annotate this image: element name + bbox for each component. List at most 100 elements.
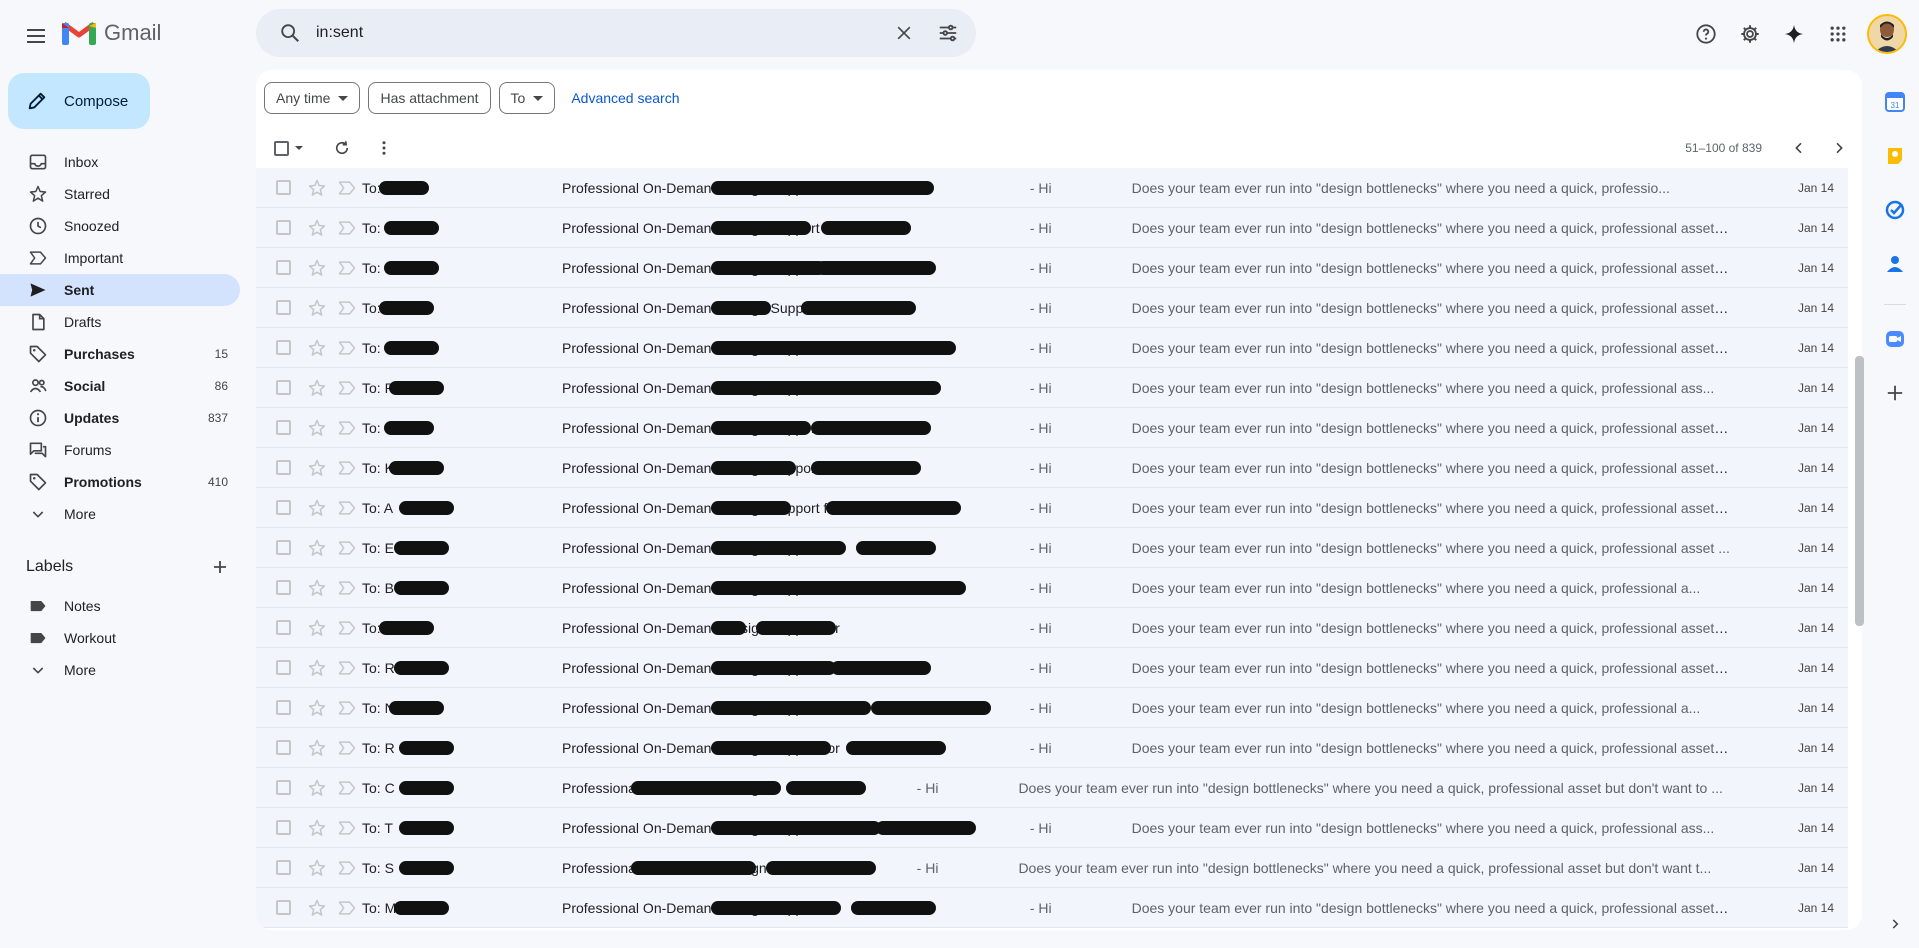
- scrollbar-thumb[interactable]: [1855, 356, 1864, 626]
- important-icon[interactable]: [337, 458, 357, 478]
- important-icon[interactable]: [337, 378, 357, 398]
- calendar-app-button[interactable]: 31: [1877, 84, 1913, 120]
- email-row[interactable]: To: S Professional On-Demand Design Suppo…: [256, 328, 1848, 368]
- search-input[interactable]: [310, 24, 884, 42]
- important-icon[interactable]: [337, 778, 357, 798]
- any-time-filter[interactable]: Any time: [264, 82, 361, 114]
- row-checkbox[interactable]: [276, 660, 291, 675]
- important-icon[interactable]: [337, 218, 357, 238]
- important-icon[interactable]: [337, 658, 357, 678]
- compose-button[interactable]: Compose: [8, 73, 150, 129]
- row-checkbox[interactable]: [276, 380, 291, 395]
- email-row[interactable]: To: E Professional On-Demand Design Suppo…: [256, 528, 1848, 568]
- important-icon[interactable]: [337, 698, 357, 718]
- row-checkbox[interactable]: [276, 460, 291, 475]
- email-row[interactable]: To: N Professional On-Demand Design Suppo…: [256, 688, 1848, 728]
- star-icon[interactable]: [307, 458, 327, 478]
- create-label-button[interactable]: [208, 555, 232, 579]
- star-icon[interactable]: [307, 258, 327, 278]
- sidebar-item-social[interactable]: Social 86: [0, 370, 240, 402]
- email-row[interactable]: To: B Professional On-Demand Design Suppo…: [256, 568, 1848, 608]
- row-checkbox[interactable]: [276, 860, 291, 875]
- important-icon[interactable]: [337, 498, 357, 518]
- sidebar-item-updates[interactable]: Updates 837: [0, 402, 240, 434]
- search-icon[interactable]: [270, 13, 310, 53]
- important-icon[interactable]: [337, 898, 357, 918]
- star-icon[interactable]: [307, 578, 327, 598]
- email-row[interactable]: To: RProfessional On-Demand Design Suppo…: [256, 368, 1848, 408]
- important-icon[interactable]: [337, 618, 357, 638]
- important-icon[interactable]: [337, 818, 357, 838]
- main-menu-button[interactable]: [16, 16, 56, 56]
- to-filter[interactable]: To: [498, 82, 556, 114]
- apps-button[interactable]: [1817, 13, 1859, 55]
- scrollbar[interactable]: [1855, 168, 1864, 928]
- sidebar-item-inbox[interactable]: Inbox: [0, 146, 240, 178]
- star-icon[interactable]: [307, 858, 327, 878]
- settings-button[interactable]: [1729, 13, 1771, 55]
- row-checkbox[interactable]: [276, 900, 291, 915]
- more-options-button[interactable]: [375, 130, 393, 166]
- email-row[interactable]: To: SProfessional On-Demand Design- HiDo…: [256, 848, 1848, 888]
- keep-app-button[interactable]: [1877, 138, 1913, 174]
- newer-button[interactable]: [1782, 131, 1816, 165]
- sidebar-item-more[interactable]: More: [0, 498, 240, 530]
- email-row[interactable]: To: K Professional On-Demand Design Suppo…: [256, 248, 1848, 288]
- important-icon[interactable]: [337, 338, 357, 358]
- sidebar-item-important[interactable]: Important: [0, 242, 240, 274]
- row-checkbox[interactable]: [276, 740, 291, 755]
- caret-down-icon[interactable]: [295, 146, 303, 150]
- star-icon[interactable]: [307, 538, 327, 558]
- row-checkbox[interactable]: [276, 220, 291, 235]
- gmail-logo[interactable]: Gmail: [62, 18, 161, 48]
- email-row[interactable]: To: K Professional On-Demand Design Suppo…: [256, 448, 1848, 488]
- email-row[interactable]: To: CProfessional On-Demand Design- HiDo…: [256, 768, 1848, 808]
- important-icon[interactable]: [337, 258, 357, 278]
- star-icon[interactable]: [307, 898, 327, 918]
- star-icon[interactable]: [307, 218, 327, 238]
- row-checkbox[interactable]: [276, 340, 291, 355]
- email-row[interactable]: To: RProfessional On-Demand Design Suppo…: [256, 728, 1848, 768]
- email-row[interactable]: To: J Professional On-Demand Design Suppo…: [256, 408, 1848, 448]
- gemini-button[interactable]: [1773, 13, 1815, 55]
- email-row[interactable]: To: ChProfessional On-Demand Design Supp…: [256, 168, 1848, 208]
- get-addons-button[interactable]: [1877, 375, 1913, 411]
- email-row[interactable]: To: D Professional On-Demand Design Suppo…: [256, 208, 1848, 248]
- star-icon[interactable]: [307, 778, 327, 798]
- zoom-addon-button[interactable]: [1877, 321, 1913, 357]
- row-checkbox[interactable]: [276, 580, 291, 595]
- has-attachment-filter[interactable]: Has attachment: [368, 82, 491, 114]
- row-checkbox[interactable]: [276, 260, 291, 275]
- star-icon[interactable]: [307, 818, 327, 838]
- contacts-app-button[interactable]: [1877, 246, 1913, 282]
- row-checkbox[interactable]: [276, 540, 291, 555]
- email-row[interactable]: To: RProfessional On-Demand Design Suppo…: [256, 648, 1848, 688]
- sidebar-item-snoozed[interactable]: Snoozed: [0, 210, 240, 242]
- hide-side-panel-button[interactable]: [1877, 906, 1913, 942]
- star-icon[interactable]: [307, 658, 327, 678]
- star-icon[interactable]: [307, 298, 327, 318]
- sidebar-item-promotions[interactable]: Promotions 410: [0, 466, 240, 498]
- important-icon[interactable]: [337, 578, 357, 598]
- star-icon[interactable]: [307, 738, 327, 758]
- search-options-button[interactable]: [928, 13, 968, 53]
- star-icon[interactable]: [307, 418, 327, 438]
- row-checkbox[interactable]: [276, 620, 291, 635]
- row-checkbox[interactable]: [276, 420, 291, 435]
- star-icon[interactable]: [307, 338, 327, 358]
- email-row[interactable]: To: T Professional On-Demand Design Suppo…: [256, 808, 1848, 848]
- email-row[interactable]: To: M Professional On-Demand Design Suppo…: [256, 888, 1848, 928]
- sidebar-item-purchases[interactable]: Purchases 15: [0, 338, 240, 370]
- star-icon[interactable]: [307, 618, 327, 638]
- select-all-checkbox[interactable]: [274, 140, 289, 156]
- important-icon[interactable]: [337, 858, 357, 878]
- row-checkbox[interactable]: [276, 180, 291, 195]
- email-row[interactable]: To: K Professional On-Demand Design Suppo…: [256, 608, 1848, 648]
- label-item-notes[interactable]: Notes: [0, 590, 240, 622]
- important-icon[interactable]: [337, 538, 357, 558]
- important-icon[interactable]: [337, 418, 357, 438]
- important-icon[interactable]: [337, 178, 357, 198]
- sidebar-item-forums[interactable]: Forums: [0, 434, 240, 466]
- tasks-app-button[interactable]: [1877, 192, 1913, 228]
- star-icon[interactable]: [307, 698, 327, 718]
